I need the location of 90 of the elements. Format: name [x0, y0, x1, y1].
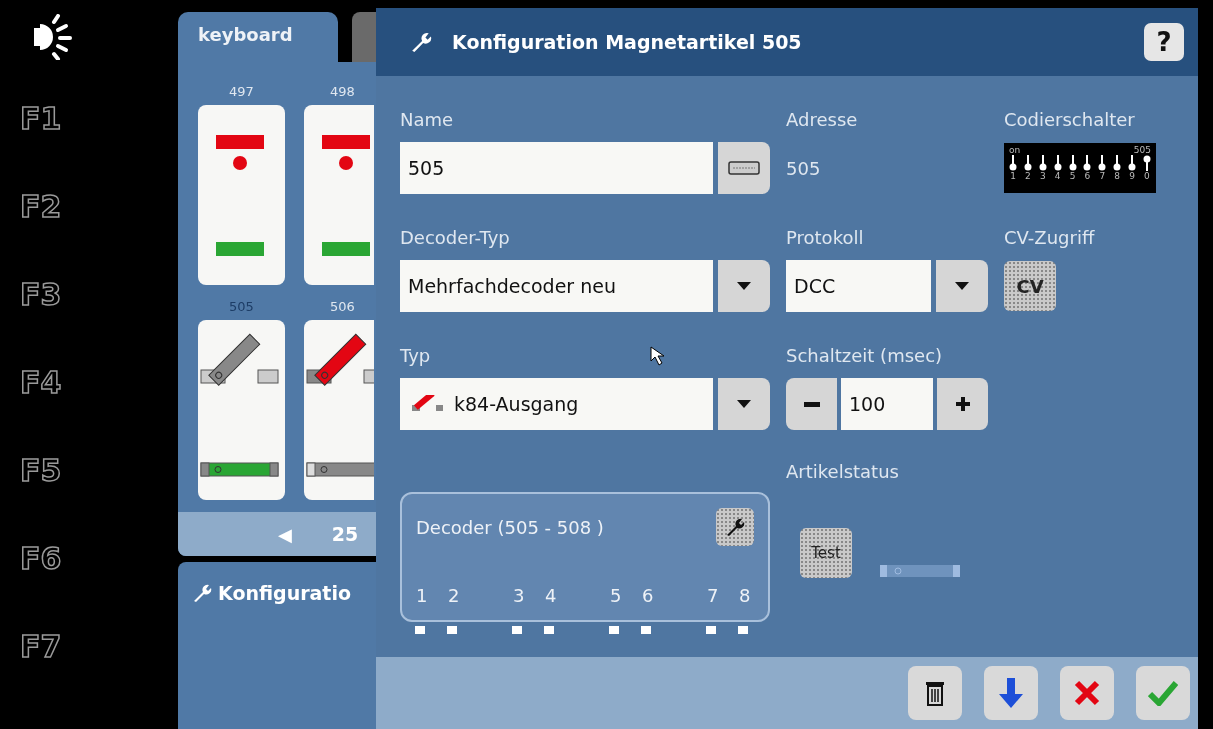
trash-icon: [925, 680, 945, 706]
switch-number: 3: [1039, 171, 1046, 181]
output-led: [609, 626, 619, 634]
switch-number: 2: [1025, 171, 1031, 181]
output-led: [706, 626, 716, 634]
switch-number: 6: [1084, 171, 1091, 181]
output-led: [641, 626, 651, 634]
page-number: 25: [331, 523, 359, 545]
dip-code: 505: [1133, 145, 1151, 155]
turnout-card[interactable]: [198, 320, 285, 500]
output-number: 1: [416, 585, 429, 606]
type-dropdown[interactable]: k84-Ausgang: [400, 378, 713, 430]
field-label: Adresse: [786, 108, 858, 132]
keyboard-button[interactable]: [718, 142, 770, 194]
decoder-title: Decoder (505 - 508 ): [416, 516, 604, 538]
field-label: CV-Zugriff: [1004, 226, 1095, 250]
output-led: [512, 626, 522, 634]
plus-icon: [955, 397, 970, 411]
minus-icon: [803, 401, 820, 407]
signal-card[interactable]: [304, 105, 374, 285]
caret-icon: [737, 400, 751, 408]
function-key[interactable]: F3: [20, 276, 62, 314]
output-number: 4: [545, 585, 558, 606]
function-key[interactable]: F5: [20, 452, 62, 490]
function-key[interactable]: F2: [20, 188, 62, 226]
field-label: Decoder-Typ: [400, 226, 510, 250]
delete-button[interactable]: [908, 666, 962, 720]
caret-icon: [737, 282, 751, 290]
signal-card[interactable]: [198, 105, 285, 285]
dip-on-label: on: [1009, 145, 1021, 155]
output-number: 2: [448, 585, 461, 606]
output-led: [415, 626, 425, 634]
article-number: 506: [330, 299, 355, 314]
switch-number: 0: [1144, 171, 1150, 181]
field-label: Name: [400, 108, 454, 132]
wrench-icon: [192, 583, 212, 603]
download-button[interactable]: [984, 666, 1038, 720]
function-key[interactable]: F6: [20, 540, 62, 578]
turnout-card[interactable]: [304, 320, 374, 500]
tab[interactable]: keyboard: [178, 12, 338, 62]
article-number: 505: [229, 299, 254, 314]
keyboard-icon: [728, 161, 760, 175]
wrench-button[interactable]: [716, 508, 754, 546]
down-arrow-icon: [997, 678, 1025, 708]
cancel-button[interactable]: [1060, 666, 1114, 720]
dropdown-button[interactable]: [718, 260, 770, 312]
function-key[interactable]: F1: [20, 100, 62, 138]
check-icon: [1148, 680, 1178, 706]
close-icon: [1074, 680, 1100, 706]
field-label: Typ: [400, 344, 431, 368]
dialog-title: Konfiguration Magnetartikel 505: [452, 31, 803, 53]
field-label: Protokoll: [786, 226, 864, 250]
output-number: 5: [610, 585, 623, 606]
decrement-button[interactable]: [786, 378, 837, 430]
switch-number: 1: [1010, 171, 1016, 181]
increment-button[interactable]: [937, 378, 988, 430]
dropdown-button[interactable]: [936, 260, 988, 312]
protocol-dropdown[interactable]: DCC: [786, 260, 931, 312]
panel-title: Konfiguratio: [218, 582, 352, 604]
wrench-icon: [410, 31, 432, 53]
test-button[interactable]: Test: [800, 528, 852, 578]
address-value: 505: [786, 157, 821, 179]
output-led: [447, 626, 457, 634]
name-field[interactable]: 505: [400, 142, 713, 194]
article-number: 497: [229, 84, 254, 99]
decoder-type-dropdown[interactable]: Mehrfachdecoder neu: [400, 260, 713, 312]
help-button[interactable]: ?: [1144, 23, 1184, 61]
switch-time-field[interactable]: 100: [841, 378, 933, 430]
switch-number: 4: [1054, 171, 1061, 181]
caret-icon: [955, 282, 969, 290]
turnout-icon: [410, 395, 444, 413]
function-key[interactable]: F4: [20, 364, 62, 402]
output-led: [544, 626, 554, 634]
switch-number: 7: [1099, 171, 1106, 181]
cv-access-button[interactable]: CV: [1004, 261, 1056, 311]
function-key[interactable]: F7: [20, 628, 62, 666]
wrench-icon: [725, 517, 745, 537]
field-label: Schaltzeit (msec): [786, 344, 943, 368]
switch-number: 5: [1069, 171, 1076, 181]
dropdown-button[interactable]: [718, 378, 770, 430]
output-number: 6: [642, 585, 655, 606]
switch-number: 9: [1129, 171, 1135, 181]
output-led: [738, 626, 748, 634]
article-number: 498: [330, 84, 355, 99]
output-number: 3: [513, 585, 526, 606]
field-label: Artikelstatus: [786, 460, 899, 484]
output-number: 7: [707, 585, 720, 606]
switch-number: 8: [1114, 171, 1120, 181]
field-label: Codierschalter: [1004, 108, 1135, 132]
output-number: 8: [739, 585, 752, 606]
